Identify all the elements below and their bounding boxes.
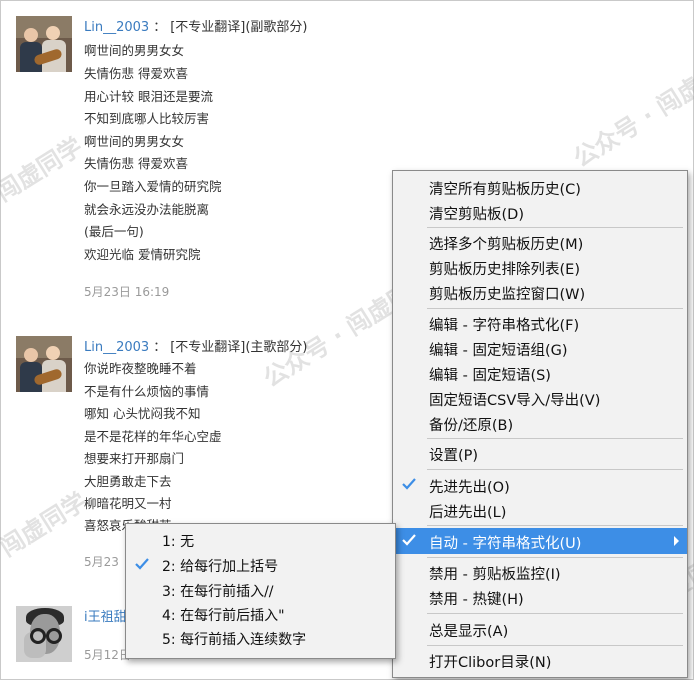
menu-item-clear-clipboard[interactable]: 清空剪贴板(D) <box>393 200 687 224</box>
menu-item-label: 4: 在每行前后插入" <box>162 608 285 624</box>
comment-line: 失情伤悲 得爱欢喜 <box>84 156 188 171</box>
comment-line: 失情伤悲 得爱欢喜 <box>84 66 188 81</box>
comment-line: 啊世间的男男女女 <box>84 134 185 149</box>
menu-item-label: 后进先出(L) <box>429 505 507 521</box>
submenu-item-wrap-quotes[interactable]: 4: 在每行前后插入" <box>126 603 395 625</box>
menu-item-edit-phrase-group[interactable]: 编辑 - 固定短语组(G) <box>393 336 687 360</box>
menu-item-label: 总是显示(A) <box>429 624 509 640</box>
comment-date: 5月23 <box>84 555 119 569</box>
checkmark-icon <box>402 478 416 490</box>
comment-line: 不知到底哪人比较厉害 <box>84 111 210 126</box>
submenu: 1: 无 2: 给每行加上括号 3: 在每行前插入// 4: 在每行前后插入" … <box>125 523 396 659</box>
menu-item-label: 自动 - 字符串格式化(U) <box>429 536 582 552</box>
checkmark-icon <box>135 558 149 570</box>
username-link[interactable]: Lin__2003 <box>84 340 149 355</box>
menu-item-label: 打开Clibor目录(N) <box>429 655 552 671</box>
comment-line: 大胆勇敢走下去 <box>84 474 172 489</box>
menu-item-edit-string-format[interactable]: 编辑 - 字符串格式化(F) <box>393 311 687 335</box>
comment-line: 欢迎光临 爱情研究院 <box>84 247 201 262</box>
avatar[interactable] <box>16 16 72 72</box>
menu-item-fifo[interactable]: 先进先出(O) <box>393 473 687 497</box>
comment-line: 不是有什么烦恼的事情 <box>84 384 210 399</box>
menu-item-label: 编辑 - 字符串格式化(F) <box>429 318 580 334</box>
menu-item-clear-all-history[interactable]: 清空所有剪贴板历史(C) <box>393 175 687 199</box>
submenu-item-line-numbers[interactable]: 5: 每行前插入连续数字 <box>126 627 395 649</box>
menu-item-label: 剪贴板历史排除列表(E) <box>429 262 580 278</box>
submenu-item-prefix-comment[interactable]: 3: 在每行前插入// <box>126 579 395 601</box>
menu-item-backup-restore[interactable]: 备份/还原(B) <box>393 411 687 435</box>
menu-item-label: 编辑 - 固定短语(S) <box>429 368 551 384</box>
avatar[interactable] <box>16 336 72 392</box>
menu-item-label: 备份/还原(B) <box>429 418 514 434</box>
menu-separator <box>427 525 683 526</box>
menu-separator <box>427 438 683 439</box>
comment-line: 就会永远没办法能脱离 <box>84 202 210 217</box>
menu-item-label: 禁用 - 热键(H) <box>429 592 524 608</box>
menu-item-csv-import-export[interactable]: 固定短语CSV导入/导出(V) <box>393 386 687 410</box>
menu-separator <box>427 227 683 228</box>
username-link[interactable]: i王祖甜 <box>84 610 127 625</box>
comment-line: 想要来打开那扇门 <box>84 451 185 466</box>
menu-item-open-directory[interactable]: 打开Clibor目录(N) <box>393 648 687 672</box>
menu-item-label: 剪贴板历史监控窗口(W) <box>429 287 586 303</box>
menu-separator <box>427 557 683 558</box>
avatar[interactable] <box>16 606 72 662</box>
menu-item-monitor-window[interactable]: 剪贴板历史监控窗口(W) <box>393 280 687 304</box>
comment-line: 你一旦踏入爱情的研究院 <box>84 179 222 194</box>
menu-item-edit-phrase[interactable]: 编辑 - 固定短语(S) <box>393 361 687 385</box>
menu-item-settings[interactable]: 设置(P) <box>393 441 687 465</box>
menu-item-disable-hotkey[interactable]: 禁用 - 热键(H) <box>393 585 687 609</box>
comment-date: 5月23日 16:19 <box>84 285 170 299</box>
checkmark-icon <box>402 534 416 546</box>
context-menu: 清空所有剪贴板历史(C) 清空剪贴板(D) 选择多个剪贴板历史(M) 剪贴板历史… <box>392 170 688 678</box>
menu-separator <box>427 613 683 614</box>
comment-line: (最后一句) <box>84 224 144 239</box>
menu-separator <box>427 645 683 646</box>
menu-item-label: 清空所有剪贴板历史(C) <box>429 182 581 198</box>
menu-item-label: 固定短语CSV导入/导出(V) <box>429 393 601 409</box>
menu-item-label: 清空剪贴板(D) <box>429 207 524 223</box>
menu-item-label: 编辑 - 固定短语组(G) <box>429 343 568 359</box>
comment-header: Lin__2003 ： [不专业翻译](主歌部分) <box>84 336 308 355</box>
menu-item-exclusion-list[interactable]: 剪贴板历史排除列表(E) <box>393 255 687 279</box>
comment-line: 用心计较 眼泪还是要流 <box>84 89 213 104</box>
menu-item-always-show[interactable]: 总是显示(A) <box>393 617 687 641</box>
comment-header: Lin__2003 ： [不专业翻译](副歌部分) <box>84 16 308 35</box>
menu-item-lifo[interactable]: 后进先出(L) <box>393 498 687 522</box>
menu-item-disable-monitor[interactable]: 禁用 - 剪贴板监控(I) <box>393 560 687 584</box>
comment-header: i王祖甜 <box>84 606 127 625</box>
menu-item-label: 设置(P) <box>429 448 479 464</box>
comment-line: 哪知 心头忧闷我不知 <box>84 406 201 421</box>
menu-item-auto-string-format[interactable]: 自动 - 字符串格式化(U) <box>393 528 687 554</box>
submenu-item-none[interactable]: 1: 无 <box>126 529 395 551</box>
comment-line: 啊世间的男男女女 <box>84 43 185 58</box>
comment-line: 柳暗花明又一村 <box>84 496 172 511</box>
menu-item-label: 5: 每行前插入连续数字 <box>162 632 307 648</box>
menu-separator <box>427 308 683 309</box>
menu-item-label: 先进先出(O) <box>429 480 510 496</box>
menu-item-label: 3: 在每行前插入// <box>162 584 274 600</box>
submenu-arrow-icon <box>674 536 679 546</box>
separator: ： <box>153 20 167 35</box>
username-link[interactable]: Lin__2003 <box>84 20 149 35</box>
menu-item-label: 禁用 - 剪贴板监控(I) <box>429 567 561 583</box>
menu-item-label: 2: 给每行加上括号 <box>162 559 279 575</box>
comment-line: 你说昨夜整晚睡不着 <box>84 361 197 376</box>
comment-line: 是不是花样的年华心空虚 <box>84 429 222 444</box>
comment-tag: [不专业翻译](主歌部分) <box>170 340 308 355</box>
menu-separator <box>427 469 683 470</box>
submenu-item-brackets[interactable]: 2: 给每行加上括号 <box>126 554 395 576</box>
separator: ： <box>153 340 167 355</box>
comment-tag: [不专业翻译](副歌部分) <box>170 20 308 35</box>
menu-item-label: 选择多个剪贴板历史(M) <box>429 237 584 253</box>
menu-item-select-multiple[interactable]: 选择多个剪贴板历史(M) <box>393 230 687 254</box>
menu-item-label: 1: 无 <box>162 534 195 550</box>
